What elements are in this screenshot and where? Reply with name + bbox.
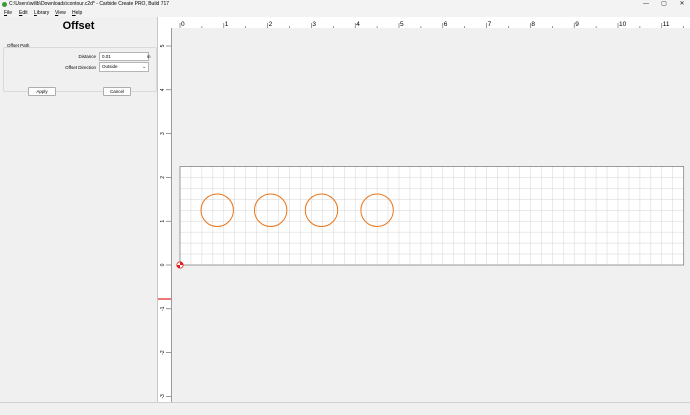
menu-file[interactable]: File [4,9,12,17]
ruler-label-y: -3 [160,394,166,399]
menu-edit[interactable]: Edit [19,9,28,17]
ruler-label-y: 2 [160,176,166,179]
title-bar: C:\Users\willb\Downloads\contour.c2d* - … [0,0,690,9]
offset-direction-label: Offset Direction [65,65,96,70]
menu-view[interactable]: View [55,9,66,17]
menu-help[interactable]: Help [72,9,82,17]
origin-marker [176,261,184,269]
cancel-button[interactable]: Cancel [103,87,131,96]
ruler-label-x: 3 [312,21,316,28]
ruler-label-x: 1 [225,21,229,28]
ruler-label-x: 8 [531,21,535,28]
distance-unit: in [147,54,151,59]
ruler-label-x: 6 [444,21,448,28]
status-bar [0,402,690,415]
apply-button[interactable]: Apply [28,87,56,96]
ruler-label-x: 11 [663,21,670,28]
minimize-button[interactable]: — [641,0,651,9]
ruler-label-x: 4 [356,21,360,28]
ruler-label-y: 0 [160,263,166,266]
maximize-button[interactable]: ▢ [659,0,669,9]
ruler-label-y: -1 [160,306,166,311]
ruler-label-x: 9 [575,21,579,28]
window-title: C:\Users\willb\Downloads\contour.c2d* - … [9,1,170,7]
ruler-label-x: 2 [269,21,273,28]
app-icon [2,2,7,7]
vertical-ruler: 5 4 3 2 1 0 -1 -2 -3 [158,28,172,402]
origin-marker-quadrant [176,265,180,269]
panel-title: Offset [62,20,95,32]
distance-label: Distance [78,54,96,59]
ruler-label-y: 3 [160,132,166,135]
distance-input[interactable]: 0.01 [99,52,149,61]
vertical-ruler-ticks: 5 4 3 2 1 0 -1 -2 -3 [158,44,171,399]
ruler-label-x: 5 [400,21,404,28]
menu-bar: File Edit Library View Help [0,9,690,17]
ruler-label-x: 0 [181,21,185,28]
design-canvas[interactable] [172,28,690,402]
offset-direction-select[interactable]: Outside ⌄ [99,62,149,72]
canvas-drawing[interactable] [172,28,690,402]
ruler-label-x: 10 [619,21,627,28]
ruler-label-y: 4 [160,88,166,91]
menu-library[interactable]: Library [34,9,49,17]
ruler-label-y: 1 [160,220,166,223]
ruler-label-x: 7 [488,21,492,28]
chevron-down-icon: ⌄ [142,64,146,69]
offset-panel: Offset Offset Path Distance 0.01 in Offs… [0,17,158,402]
ruler-label-y: -2 [160,350,166,355]
close-button[interactable]: ✕ [677,0,687,9]
ruler-label-y: 5 [160,44,166,47]
offset-direction-value: Outside [102,64,118,69]
